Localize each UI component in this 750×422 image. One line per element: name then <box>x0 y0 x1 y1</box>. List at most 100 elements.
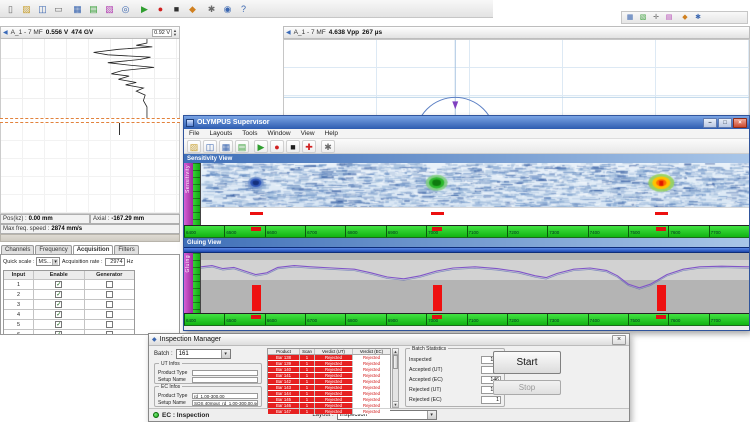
ruler-defect-mark <box>656 315 666 319</box>
menu-view[interactable]: View <box>296 130 320 137</box>
enable-checkbox[interactable]: ✓ <box>55 281 62 288</box>
tab-frequency[interactable]: Frequency <box>35 245 71 254</box>
abort-icon[interactable]: ✚ <box>302 140 316 153</box>
ec-product-type-field[interactable]: rd_1.00-300.00 <box>192 393 258 399</box>
menu-tools[interactable]: Tools <box>237 130 262 137</box>
results-column-header[interactable]: Scan <box>300 349 315 354</box>
layers-icon[interactable]: ▤ <box>663 12 675 23</box>
results-column-header[interactable]: Product <box>268 349 300 354</box>
batch-select[interactable]: 161 ▾ <box>176 349 231 359</box>
sensitivity-cscan[interactable] <box>201 163 749 207</box>
result-row[interactable]: Bar 1471RejectedRejected <box>268 409 390 415</box>
spinner-arrows-icon[interactable]: ▲▼ <box>173 29 177 36</box>
table-scrollbar[interactable]: ▲ ▼ <box>392 348 399 408</box>
collapse-icon[interactable]: ◀ <box>3 29 8 36</box>
chevron-down-icon: ▾ <box>221 350 230 358</box>
results-column-header[interactable]: Verdict (UT) <box>315 349 353 354</box>
record-icon[interactable]: ● <box>153 2 168 16</box>
ut-setup-name-field[interactable] <box>192 377 258 383</box>
scroll-thumb[interactable] <box>393 355 398 369</box>
help-icon[interactable]: ? <box>236 2 251 16</box>
generator-checkbox[interactable] <box>106 331 113 335</box>
inspection-manager-titlebar[interactable]: ◆ Inspection Manager × <box>149 334 629 346</box>
curve-icon[interactable]: ▧ <box>637 12 649 23</box>
zoom-in-icon[interactable]: ✛ <box>650 12 662 23</box>
stat-value: 1 <box>481 396 501 404</box>
settings-icon[interactable]: ✱ <box>692 12 704 23</box>
open-layout-icon[interactable]: ▨ <box>187 140 201 153</box>
axial-readout: Axial : -167.29 mm <box>90 214 180 224</box>
gluing-view-header[interactable]: Gluing View <box>184 238 749 247</box>
gear-icon[interactable]: ✱ <box>204 2 219 16</box>
tab-acquisition[interactable]: Acquisition <box>73 245 114 254</box>
cursor-marker <box>119 123 120 135</box>
supervisor-titlebar[interactable]: OLYMPUS Supervisor –□× <box>184 116 749 129</box>
maximize-button[interactable]: □ <box>718 118 732 128</box>
batch-statistics-group: Batch Statistics Inspected147Accepted (U… <box>405 348 505 407</box>
play-icon[interactable]: ▶ <box>137 2 152 16</box>
acquisition-rate-field[interactable]: 2974 <box>105 258 125 266</box>
tools-icon[interactable]: ✱ <box>321 140 335 153</box>
layout-grid-icon[interactable]: ▦ <box>70 2 85 16</box>
grid-icon[interactable]: ▦ <box>624 12 636 23</box>
start-button[interactable]: Start <box>493 351 561 374</box>
menu-window[interactable]: Window <box>262 130 295 137</box>
marker-icon[interactable]: ◆ <box>185 2 200 16</box>
ruler-defect-mark <box>251 227 261 231</box>
gluing-side-tab[interactable]: Gluing <box>184 253 193 313</box>
info-icon[interactable]: ◉ <box>220 2 235 16</box>
chart-icon[interactable]: ▧ <box>102 2 117 16</box>
stop-icon[interactable]: ■ <box>286 140 300 153</box>
zoom-icon[interactable]: ◎ <box>118 2 133 16</box>
play-icon[interactable]: ▶ <box>254 140 268 153</box>
generator-checkbox[interactable] <box>106 301 113 308</box>
collapse-icon[interactable]: ◀ <box>286 29 291 36</box>
sensitivity-side-tab[interactable]: Sensitivity <box>184 163 193 225</box>
channel-row: 5✓ <box>4 320 134 330</box>
enable-checkbox[interactable]: ✓ <box>55 331 62 335</box>
record-icon[interactable]: ● <box>270 140 284 153</box>
scroll-down-icon[interactable]: ▼ <box>393 401 398 407</box>
menu-help[interactable]: Help <box>320 130 343 137</box>
generator-checkbox[interactable] <box>106 291 113 298</box>
menu-file[interactable]: File <box>184 130 204 137</box>
strip-chart-plot[interactable] <box>0 123 180 214</box>
gain-spinner[interactable]: 0.92 V ▲▼ <box>152 29 177 37</box>
enable-checkbox[interactable]: ✓ <box>55 291 62 298</box>
stop-button[interactable]: Stop <box>493 380 561 395</box>
minimize-button[interactable]: – <box>703 118 717 128</box>
defect-bar <box>433 285 442 311</box>
report-icon[interactable]: ▤ <box>235 140 249 153</box>
tab-filters[interactable]: Filters <box>114 245 138 254</box>
close-button[interactable]: × <box>733 118 747 128</box>
generator-checkbox[interactable] <box>106 321 113 328</box>
ascan-plot[interactable] <box>0 39 180 118</box>
results-column-header[interactable]: Verdict (EC) <box>353 349 390 354</box>
generator-checkbox[interactable] <box>106 281 113 288</box>
save-layout-icon[interactable]: ◫ <box>203 140 217 153</box>
vertical-ruler <box>193 163 201 225</box>
stop-icon[interactable]: ■ <box>169 2 184 16</box>
enable-checkbox[interactable]: ✓ <box>55 301 62 308</box>
menu-layouts[interactable]: Layouts <box>204 130 237 137</box>
new-file-icon[interactable]: ▯ <box>3 2 18 16</box>
quick-scale-select[interactable]: MS...▾ <box>36 257 59 266</box>
generator-checkbox[interactable] <box>106 311 113 318</box>
open-file-icon[interactable]: ▨ <box>19 2 34 16</box>
ec-setup-name-field[interactable]: SQS 40mput_rd_1.00-300.00.set <box>192 400 258 406</box>
marker-icon[interactable]: ◆ <box>679 12 691 23</box>
print-icon[interactable]: ▭ <box>51 2 66 16</box>
palette-icon[interactable]: ▤ <box>86 2 101 16</box>
ut-product-type-field[interactable] <box>192 370 258 376</box>
acquisition-rate-unit: Hz <box>127 259 134 265</box>
close-button[interactable]: × <box>612 335 626 345</box>
tab-channels[interactable]: Channels <box>1 245 34 254</box>
defect-bar <box>252 285 261 311</box>
panels-icon[interactable]: ▦ <box>219 140 233 153</box>
enable-checkbox[interactable]: ✓ <box>55 321 62 328</box>
gluing-strip-chart[interactable] <box>201 253 749 313</box>
save-icon[interactable]: ◫ <box>35 2 50 16</box>
enable-checkbox[interactable]: ✓ <box>55 311 62 318</box>
position-readout: Pos(kz) : 0.00 mm <box>0 214 90 224</box>
sensitivity-view-header[interactable]: Sensitivity View <box>184 154 749 163</box>
